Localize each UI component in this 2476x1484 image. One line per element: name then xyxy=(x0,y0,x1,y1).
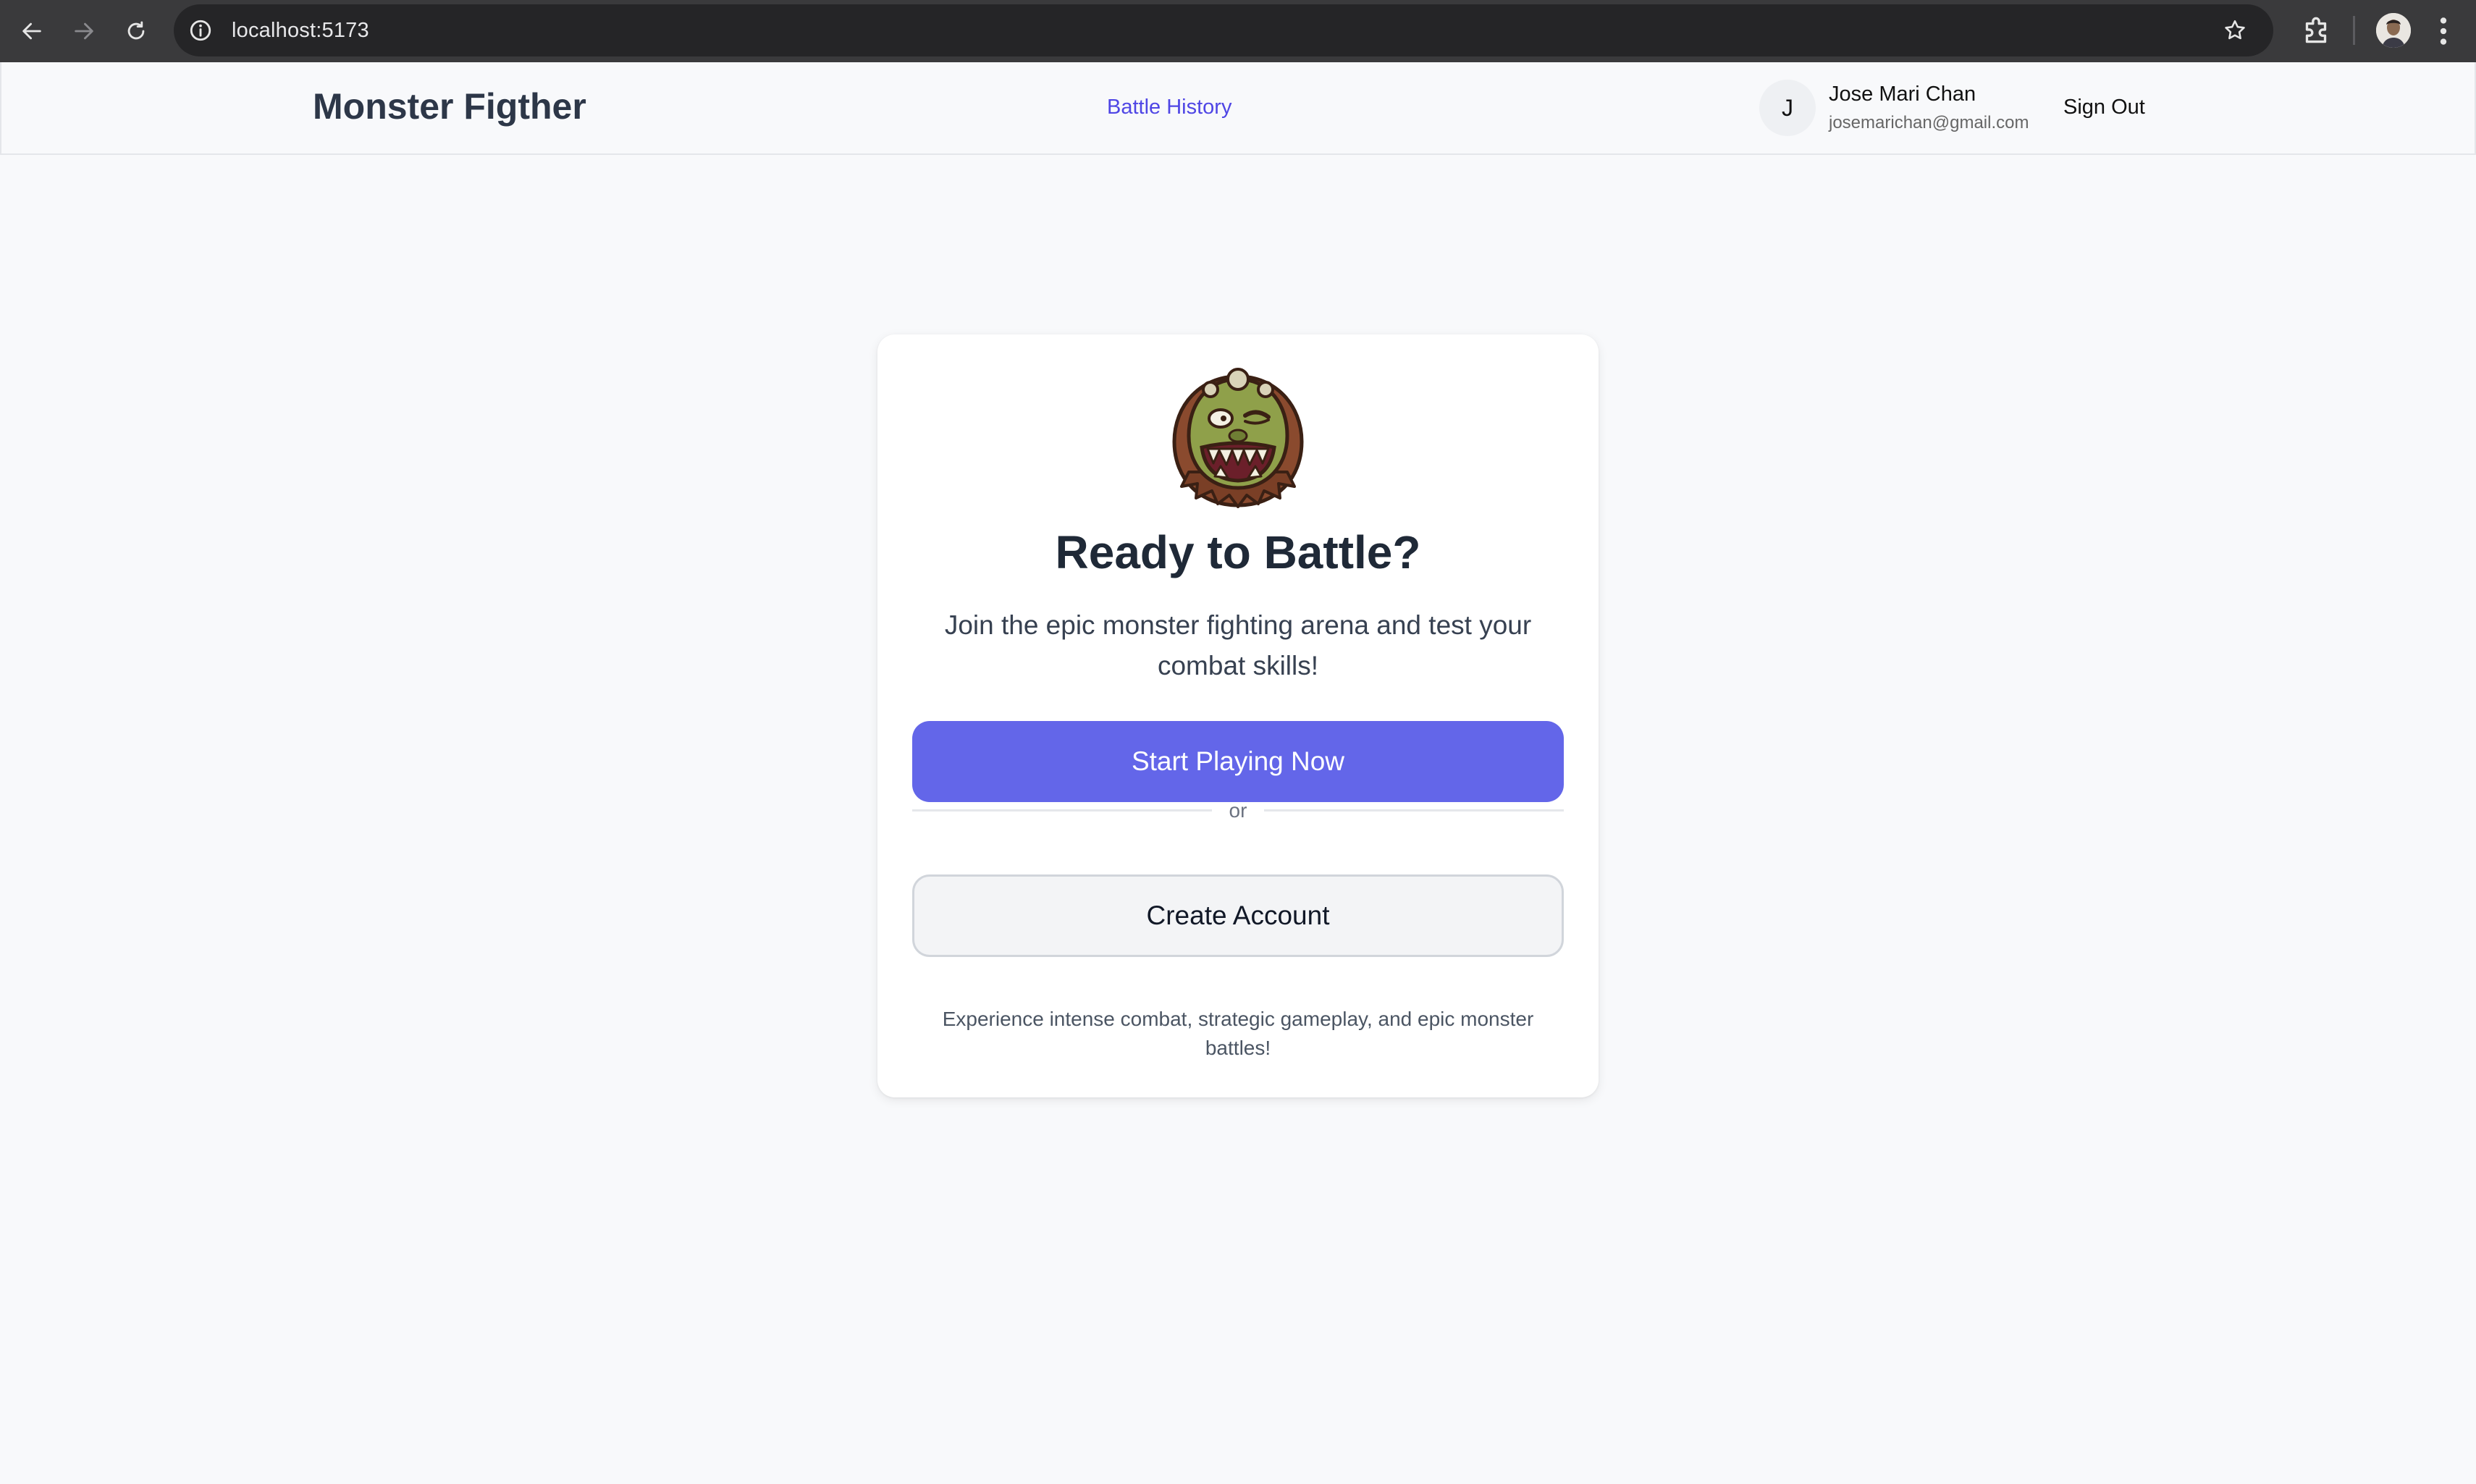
browser-toolbar: localhost:5173 xyxy=(0,0,2476,62)
url-text[interactable]: localhost:5173 xyxy=(232,19,369,43)
card-footer-text: Experience intense combat, strategic gam… xyxy=(942,1008,1534,1059)
user-name: Jose Mari Chan xyxy=(1829,83,1976,106)
reload-icon[interactable] xyxy=(114,9,158,53)
app-header: Monster Figther Battle History J Jose Ma… xyxy=(0,62,2476,155)
site-info-icon[interactable] xyxy=(188,18,213,43)
card-subtitle: Join the epic monster fighting arena and… xyxy=(944,610,1532,680)
bookmark-star-icon[interactable] xyxy=(2223,18,2247,43)
monster-face-icon xyxy=(1172,368,1304,508)
back-icon[interactable] xyxy=(10,9,54,53)
toolbar-divider xyxy=(2353,16,2355,45)
battle-history-link[interactable]: Battle History xyxy=(1107,96,1231,119)
app-brand[interactable]: Monster Figther xyxy=(313,85,586,127)
address-bar[interactable]: localhost:5173 xyxy=(174,4,2273,56)
create-account-button[interactable]: Create Account xyxy=(912,874,1564,957)
divider-line-right xyxy=(1264,809,1564,811)
forward-icon[interactable] xyxy=(62,9,106,53)
user-email: josemarichan@gmail.com xyxy=(1829,113,2029,132)
browser-menu-icon[interactable] xyxy=(2433,13,2454,49)
sign-out-button[interactable]: Sign Out xyxy=(2063,96,2145,119)
or-divider: or xyxy=(912,795,1564,831)
card-title: Ready to Battle? xyxy=(1055,526,1421,578)
welcome-card: Ready to Battle? Join the epic monster f… xyxy=(877,334,1599,1097)
user-avatar[interactable]: J xyxy=(1759,80,1816,136)
start-playing-button[interactable]: Start Playing Now xyxy=(912,721,1564,802)
profile-avatar-icon[interactable] xyxy=(2376,13,2411,48)
extensions-icon[interactable] xyxy=(2298,13,2334,49)
